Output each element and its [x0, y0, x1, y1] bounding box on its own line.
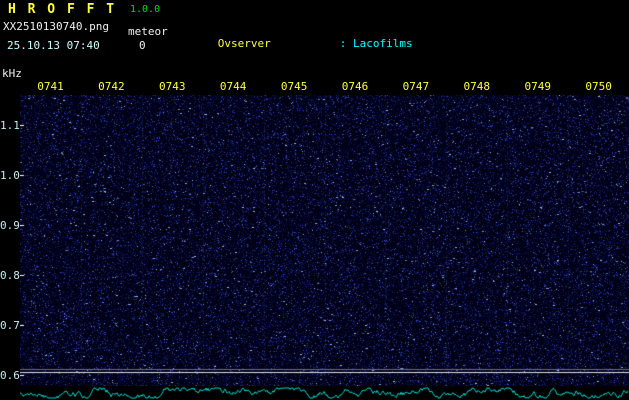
time-tick-label: 0742 — [98, 80, 125, 93]
time-tick-label: 0745 — [280, 80, 308, 93]
time-tick-label: 0746 — [341, 80, 369, 93]
time-tick-label: 0744 — [219, 80, 247, 93]
time-tick-label: 0747 — [402, 80, 430, 93]
info-row-observer: Ovserver : Lacofilms — [178, 26, 505, 62]
meteor-echo-count: 0 — [139, 39, 146, 52]
spectrogram-canvas — [20, 95, 629, 386]
app-title: H R O F F T — [8, 2, 117, 17]
info-value: : Lacofilms — [339, 37, 413, 50]
freq-tick-label: 0.6 — [0, 369, 20, 382]
freq-tick-label: 0.7 — [0, 319, 20, 332]
output-filename: XX2510130740.png — [3, 20, 109, 33]
time-tick-label: 0741 — [37, 80, 64, 93]
app-version: 1.0.0 — [130, 4, 161, 15]
info-label: Ovserver — [217, 37, 271, 50]
freq-tick-label: 1.0 — [0, 169, 20, 182]
freq-tick-label: 0.8 — [0, 269, 20, 282]
time-tick-label: 0750 — [585, 80, 612, 93]
mode-label: meteor — [128, 25, 168, 38]
freq-tick-label: 0.9 — [0, 219, 20, 232]
observation-datetime: 25.10.13 07:40 — [7, 39, 100, 52]
time-tick-label: 0749 — [524, 80, 551, 93]
freq-tick-label: 1.1 — [0, 119, 20, 132]
time-tick-label: 0743 — [159, 80, 186, 93]
time-axis: 0741 0742 0743 0744 0745 0746 0747 0748 … — [20, 80, 629, 93]
frequency-unit-label: kHz — [2, 67, 22, 80]
signal-level-waveform — [20, 386, 629, 400]
time-tick-label: 0748 — [463, 80, 491, 93]
hrofft-window: H R O F F T 1.0.0 XX2510130740.png meteo… — [0, 0, 629, 400]
